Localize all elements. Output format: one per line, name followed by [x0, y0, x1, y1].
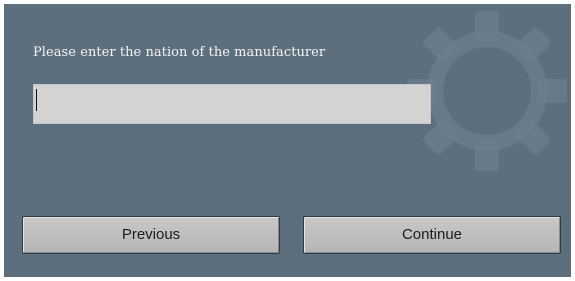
continue-button[interactable]: Continue [303, 216, 561, 254]
text-caret [36, 89, 37, 111]
prompt-label: Please enter the nation of the manufactu… [33, 45, 326, 60]
previous-button[interactable]: Previous [22, 216, 280, 254]
nation-input[interactable] [33, 84, 431, 124]
dialog-panel: Please enter the nation of the manufactu… [4, 4, 571, 277]
